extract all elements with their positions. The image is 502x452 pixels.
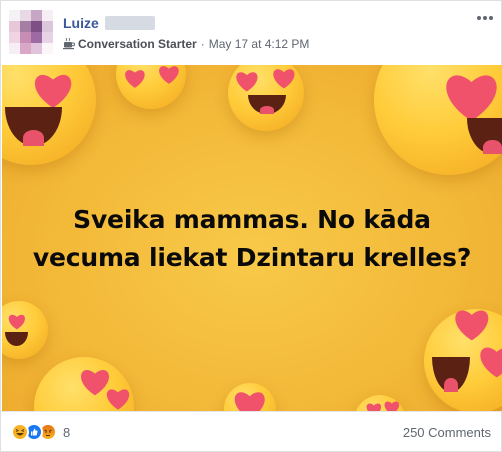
heart-icon <box>34 75 72 109</box>
author-name[interactable]: Luize <box>63 15 99 31</box>
caption-line-1: Sveika mammas. No kāda <box>73 205 431 234</box>
avatar[interactable] <box>9 10 53 54</box>
heart-icon <box>384 401 400 411</box>
heart-eyes-emoji <box>424 309 502 411</box>
heart-eyes-emoji <box>228 65 304 131</box>
heart-icon <box>367 403 382 411</box>
author-surname-redacted <box>104 16 155 30</box>
coffee-cup-icon <box>63 38 75 50</box>
reaction-summary[interactable]: 8 <box>11 423 70 441</box>
heart-icon <box>106 389 130 410</box>
heart-icon <box>480 347 502 378</box>
heart-icon <box>125 70 145 89</box>
post-timestamp[interactable]: May 17 at 4:12 PM <box>209 37 310 51</box>
heart-eyes-emoji <box>2 65 96 165</box>
heart-icon <box>446 75 497 121</box>
conversation-starter-badge[interactable]: Conversation Starter <box>78 37 197 51</box>
heart-icon <box>272 69 295 89</box>
heart-eyes-emoji <box>224 383 276 411</box>
heart-eyes-emoji <box>354 395 406 411</box>
comments-count-link[interactable]: 250 Comments <box>403 425 491 440</box>
image-caption: Sveika mammas. No kāda vecuma liekat Dzi… <box>2 201 502 277</box>
post-meta: Conversation Starter · May 17 at 4:12 PM <box>63 36 309 52</box>
heart-eyes-emoji <box>2 301 48 359</box>
meta-separator: · <box>200 37 205 51</box>
heart-icon <box>236 72 258 92</box>
heart-icon <box>9 314 26 330</box>
post-card: Luize Conversation Starter · May 17 at 4… <box>0 0 502 452</box>
post-header: Luize Conversation Starter · May 17 at 4… <box>1 1 502 65</box>
heart-eyes-emoji <box>34 357 134 411</box>
haha-icon <box>11 423 29 441</box>
heart-eyes-emoji <box>116 65 186 109</box>
post-image[interactable]: Sveika mammas. No kāda vecuma liekat Dzi… <box>2 65 502 411</box>
caption-line-2: vecuma liekat Dzintaru krelles? <box>32 243 472 272</box>
reaction-count[interactable]: 8 <box>63 425 70 440</box>
post-footer: 8 250 Comments <box>1 411 502 452</box>
heart-eyes-emoji <box>374 65 502 175</box>
ellipsis-icon[interactable] <box>475 13 495 23</box>
heart-icon <box>234 392 266 411</box>
heart-icon <box>158 66 179 85</box>
heart-icon <box>455 310 489 341</box>
